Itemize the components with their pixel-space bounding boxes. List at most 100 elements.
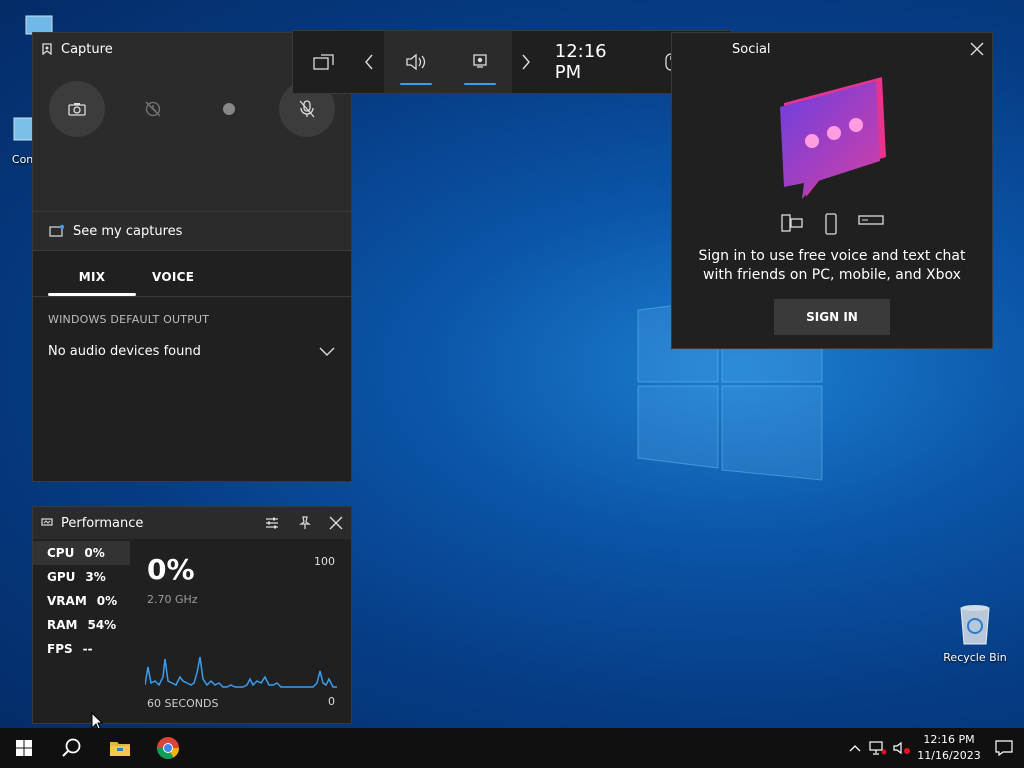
performance-widget-icon bbox=[41, 518, 53, 528]
camera-icon bbox=[68, 103, 86, 116]
start-button[interactable] bbox=[0, 728, 48, 768]
chrome-icon bbox=[157, 737, 179, 759]
system-tray: 12:16 PM 11/16/2023 bbox=[844, 728, 1024, 768]
close-button[interactable] bbox=[970, 42, 984, 56]
folder-icon bbox=[110, 742, 130, 756]
stat-name: CPU bbox=[47, 546, 75, 560]
capture-widget-button[interactable] bbox=[448, 31, 512, 93]
search-icon bbox=[62, 738, 81, 757]
record-last-30s-button[interactable] bbox=[125, 81, 181, 137]
action-center-button[interactable] bbox=[984, 740, 1024, 756]
performance-stats: CPU 0% GPU 3% VRAM 0% RAM 54% FPS -- bbox=[33, 541, 130, 661]
chevron-left-icon bbox=[365, 54, 373, 70]
performance-widget: Performance CPU 0% GPU 3% VRAM 0% RAM 54% FP… bbox=[32, 506, 352, 724]
social-title: Social bbox=[732, 41, 771, 57]
desktop-icon-recycle-bin[interactable]: Recycle Bin bbox=[940, 602, 1010, 664]
search-button[interactable] bbox=[48, 728, 96, 768]
social-message-line: Sign in to use free voice and text chat bbox=[698, 248, 966, 264]
start-recording-button[interactable] bbox=[201, 81, 257, 137]
stat-value: 0% bbox=[96, 594, 118, 608]
output-device-value: No audio devices found bbox=[48, 344, 201, 359]
mic-off-icon bbox=[299, 100, 315, 118]
stat-value: 3% bbox=[85, 570, 106, 584]
volume-muted-icon bbox=[893, 741, 910, 755]
chevron-up-icon bbox=[849, 745, 861, 752]
next-button[interactable] bbox=[512, 31, 541, 93]
taskbar-clock[interactable]: 12:16 PM 11/16/2023 bbox=[914, 732, 984, 764]
stat-cpu[interactable]: CPU 0% bbox=[33, 541, 130, 565]
game-bar: 12:16 PM bbox=[292, 30, 732, 94]
clock-date: 11/16/2023 bbox=[917, 749, 981, 762]
performance-options-button[interactable] bbox=[265, 517, 279, 529]
taskbar: 12:16 PM 11/16/2023 bbox=[0, 728, 1024, 768]
social-widget: Social Sign in to use free voice and tex… bbox=[671, 32, 993, 349]
pin-icon bbox=[299, 516, 311, 529]
cpu-usage-line bbox=[145, 656, 337, 688]
see-my-captures-link[interactable]: See my captures bbox=[33, 211, 351, 251]
capture-widget-icon bbox=[41, 43, 53, 55]
stat-value: 0% bbox=[84, 546, 105, 560]
chevron-right-icon bbox=[522, 54, 531, 70]
performance-title: Performance bbox=[61, 515, 144, 531]
close-icon bbox=[329, 516, 343, 530]
see-captures-label: See my captures bbox=[73, 223, 183, 239]
performance-header[interactable]: Performance bbox=[33, 507, 351, 539]
screenshot-button[interactable] bbox=[49, 81, 105, 137]
pc-icon bbox=[781, 214, 803, 232]
graph-min-label: 0 bbox=[328, 695, 335, 708]
cpu-usage-value: 0% bbox=[147, 553, 195, 586]
sliders-icon bbox=[266, 517, 278, 529]
file-explorer-button[interactable] bbox=[96, 728, 144, 768]
stat-value: -- bbox=[82, 642, 93, 656]
stat-value: 54% bbox=[87, 618, 117, 632]
volume-button[interactable] bbox=[890, 741, 914, 755]
stat-name: RAM bbox=[47, 618, 78, 632]
chrome-button[interactable] bbox=[144, 728, 192, 768]
pin-button[interactable] bbox=[299, 516, 311, 530]
stat-name: VRAM bbox=[47, 594, 87, 608]
graph-duration-label: 60 SECONDS bbox=[147, 697, 219, 710]
record-history-disabled-icon bbox=[145, 101, 161, 117]
clock-time: 12:16 PM bbox=[923, 733, 975, 746]
recycle-bin-icon bbox=[960, 605, 990, 645]
previous-button[interactable] bbox=[355, 31, 384, 93]
notification-icon bbox=[995, 740, 1013, 756]
stat-ram[interactable]: RAM 54% bbox=[33, 613, 130, 637]
network-icon bbox=[869, 741, 887, 755]
sign-in-button[interactable]: SIGN IN bbox=[774, 299, 890, 335]
network-button[interactable] bbox=[866, 741, 890, 755]
gallery-icon bbox=[49, 224, 65, 237]
chat-bubble-illustration bbox=[780, 77, 886, 199]
social-message-line: with friends on PC, mobile, and Xbox bbox=[703, 267, 961, 283]
social-header[interactable]: Social bbox=[672, 33, 992, 65]
widget-menu-button[interactable] bbox=[293, 31, 355, 93]
phone-icon bbox=[825, 213, 837, 235]
pinned-widgets bbox=[383, 31, 512, 93]
output-device-dropdown[interactable]: No audio devices found bbox=[48, 344, 335, 359]
tab-mix[interactable]: MIX bbox=[48, 270, 136, 296]
capture-widget: Capture See my captures MIX VOICE WINDOW… bbox=[32, 32, 352, 482]
graph-max-label: 100 bbox=[314, 555, 335, 568]
social-message: Sign in to use free voice and text chat … bbox=[672, 247, 992, 285]
supported-devices bbox=[672, 213, 992, 235]
audio-widget-button[interactable] bbox=[384, 31, 448, 93]
widget-menu-icon bbox=[313, 54, 334, 70]
windows-logo-icon bbox=[16, 740, 32, 756]
stat-gpu[interactable]: GPU 3% bbox=[33, 565, 130, 589]
stat-name: GPU bbox=[47, 570, 76, 584]
stat-name: FPS bbox=[47, 642, 73, 656]
show-hidden-icons-button[interactable] bbox=[844, 744, 866, 752]
output-label: WINDOWS DEFAULT OUTPUT bbox=[48, 313, 210, 326]
chevron-down-icon bbox=[319, 347, 335, 356]
desktop-icon-label: Recycle Bin bbox=[943, 651, 1007, 664]
capture-icon bbox=[473, 54, 487, 68]
stat-vram[interactable]: VRAM 0% bbox=[33, 589, 130, 613]
stat-fps[interactable]: FPS -- bbox=[33, 637, 130, 661]
close-button[interactable] bbox=[329, 516, 343, 530]
tab-voice[interactable]: VOICE bbox=[136, 270, 210, 296]
close-icon bbox=[970, 42, 984, 56]
record-dot-icon bbox=[223, 103, 235, 115]
xbox-console-icon bbox=[858, 215, 884, 225]
game-bar-clock: 12:16 PM bbox=[554, 41, 607, 83]
audio-tabs: MIX VOICE bbox=[33, 251, 351, 297]
